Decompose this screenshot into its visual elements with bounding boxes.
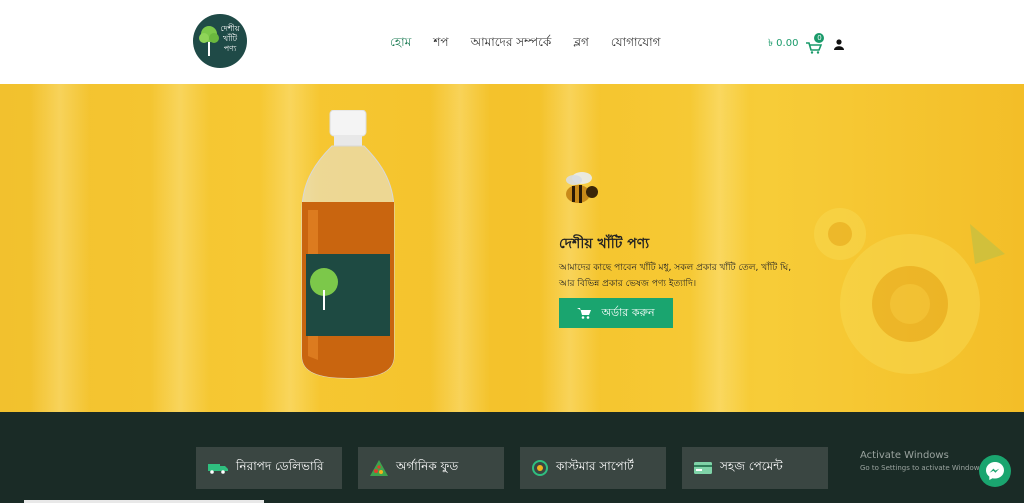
- feature-label: সহজ পেমেন্ট: [720, 459, 783, 473]
- order-button[interactable]: অর্ডার করুন: [559, 298, 673, 328]
- payment-icon: [694, 462, 712, 474]
- cart-icon[interactable]: 0: [806, 32, 825, 54]
- curtain-fold: [430, 84, 490, 412]
- nav-item-contact[interactable]: যোগাযোগ: [611, 34, 661, 54]
- user-icon[interactable]: [834, 39, 845, 50]
- site-logo[interactable]: দেশীয় খাঁটি পণ্য: [193, 14, 247, 68]
- hero-description: আমাদের কাছে পাবেন খাঁটি মধু, সকল প্রকার …: [559, 263, 792, 289]
- nav-item-blog[interactable]: ব্লগ: [573, 34, 589, 54]
- bee-icon: [566, 172, 598, 203]
- cart-widget[interactable]: ৳ 0.00 0: [768, 32, 845, 54]
- order-button-label: অর্ডার করুন: [601, 305, 655, 319]
- feature-safe-delivery[interactable]: নিরাপদ ডেলিভারি: [196, 447, 342, 489]
- sunflower-image: [814, 208, 1005, 374]
- honey-bottle-image: [298, 109, 398, 380]
- tree-icon: [199, 26, 219, 56]
- nav-item-about[interactable]: আমাদের সম্পর্কে: [471, 34, 552, 54]
- feature-organic-food[interactable]: অর্গানিক ফুড: [358, 447, 504, 489]
- hero-banner: দেশীয় খাঁটি পণ্য আমাদের কাছে পাবেন খাঁট…: [0, 84, 1024, 412]
- logo-text: দেশীয় খাঁটি পণ্য: [220, 24, 240, 53]
- feature-label: নিরাপদ ডেলিভারি: [236, 459, 324, 473]
- curtain-fold: [690, 84, 750, 412]
- curtain-fold: [30, 84, 90, 412]
- windows-activation-watermark: Activate Windows Go to Settings to activ…: [860, 450, 985, 472]
- hero-title: দেশীয় খাঁটি পণ্য: [559, 236, 650, 252]
- watermark-subtitle: Go to Settings to activate Windows.: [860, 464, 986, 472]
- site-header: দেশীয় খাঁটি পণ্য হোম শপ আমাদের সম্পর্কে…: [0, 0, 1024, 84]
- cart-count-badge: 0: [814, 32, 825, 43]
- main-nav: হোম শপ আমাদের সম্পর্কে ব্লগ যোগাযোগ: [390, 34, 683, 54]
- features-strip: নিরাপদ ডেলিভারি অর্গানিক ফুড কাস্টমার সা…: [0, 412, 1024, 503]
- feature-easy-payment[interactable]: সহজ পেমেন্ট: [682, 447, 828, 489]
- cart-total[interactable]: ৳ 0.00: [768, 36, 798, 53]
- feature-customer-support[interactable]: কাস্টমার সাপোর্ট: [520, 447, 666, 489]
- messenger-chat-button[interactable]: [979, 455, 1011, 487]
- feature-label: কাস্টমার সাপোর্ট: [556, 459, 634, 473]
- feature-label: অর্গানিক ফুড: [396, 459, 459, 473]
- cart-icon: [577, 307, 592, 319]
- curtain-fold: [150, 84, 210, 412]
- watermark-title: Activate Windows: [860, 450, 949, 461]
- messenger-icon: [986, 462, 1004, 480]
- delivery-truck-icon: [208, 464, 228, 474]
- organic-food-icon: [370, 460, 388, 476]
- customer-support-icon: [532, 460, 548, 476]
- nav-item-shop[interactable]: শপ: [433, 34, 448, 54]
- nav-item-home[interactable]: হোম: [390, 34, 411, 54]
